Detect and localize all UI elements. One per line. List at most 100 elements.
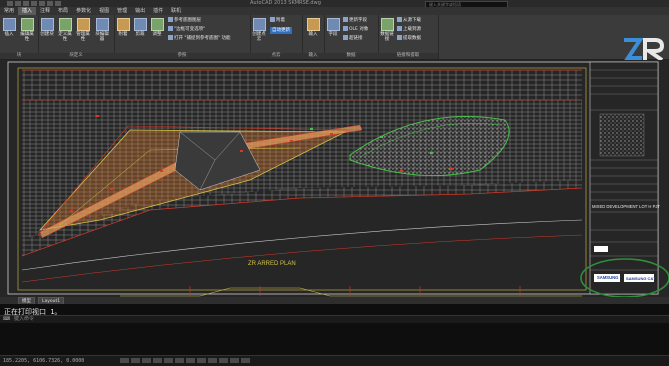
samsung-ct-label: SAMSUNG C&T	[626, 276, 656, 281]
update-fields-label: 更新字段	[349, 18, 367, 23]
field-label: 字段	[328, 32, 338, 37]
tab-online[interactable]: 联机	[167, 7, 185, 15]
extract-data-icon	[397, 35, 402, 40]
create-block-label: 创建块	[40, 32, 54, 37]
ribbon: 插入 编辑属性 块 创建块 定义属性 管理属性 块编辑器 块定义 附着 剪裁 调…	[0, 15, 669, 62]
tab-parametric[interactable]: 参数化	[72, 7, 95, 15]
attach-button[interactable]: 附着	[115, 18, 131, 37]
edit-attribute-button[interactable]: 编辑属性	[19, 18, 35, 42]
auto-update-toggle[interactable]: 自动更新	[270, 27, 292, 34]
panel-point-cloud: 创建点云 附着 自动更新 点云	[250, 15, 303, 59]
insert-button[interactable]: 插入	[1, 18, 17, 37]
import-icon	[306, 18, 320, 31]
tab-manage[interactable]: 管理	[113, 7, 131, 15]
edit-attribute-label: 编辑属性	[20, 32, 34, 42]
hyperlink-button[interactable]: 超链接	[343, 35, 363, 42]
clip-button[interactable]: 剪裁	[132, 18, 148, 37]
adjust-button[interactable]: 调整	[149, 18, 165, 37]
tab-layout[interactable]: 布局	[54, 7, 72, 15]
tab-output[interactable]: 输出	[131, 7, 149, 15]
block-editor-label: 块编辑器	[95, 32, 109, 42]
update-fields-icon	[343, 17, 348, 22]
define-attribute-icon	[58, 18, 72, 31]
frame-variable-label: "边框可变选项"	[174, 27, 206, 32]
hyperlink-icon	[343, 35, 348, 40]
frame-variable-dropdown[interactable]: "边框可变选项"	[168, 26, 205, 33]
create-point-cloud-label: 创建点云	[252, 32, 266, 42]
key-plan	[599, 113, 645, 157]
manage-attributes-icon	[76, 18, 90, 31]
samsung-label: SAMSUNG	[597, 275, 618, 280]
block-editor-button[interactable]: 块编辑器	[94, 18, 110, 42]
clip-icon	[133, 18, 147, 31]
data-link-icon	[380, 18, 394, 31]
command-line[interactable]: ⌨ 键入命令	[0, 315, 669, 323]
site-plan-drawing: ZR ARRED PLAN MIXED DEVELOPMENT LOT H PJ…	[7, 61, 669, 298]
window-title: AutoCAD 2013 SKMRSE.dwg	[250, 0, 321, 6]
adjust-icon	[150, 18, 164, 31]
panel-title-import: 输入	[302, 53, 324, 59]
tab-home[interactable]: 常用	[0, 7, 18, 15]
command-window: 正在打印视口 1。 ⌨ 键入命令	[0, 304, 669, 355]
adjust-label: 调整	[152, 32, 162, 37]
create-block-button[interactable]: 创建块	[39, 18, 55, 37]
tab-insert[interactable]: 插入	[18, 7, 37, 15]
panel-title-reference: 参照	[114, 53, 250, 59]
point-cloud-icon	[252, 18, 266, 31]
attach-label: 附着	[118, 32, 128, 37]
command-input[interactable]: 键入命令	[14, 316, 34, 323]
snap-to-underlay-dropdown[interactable]: 打开 "捕捉到参考底图" 功能	[168, 35, 231, 42]
define-attribute-button[interactable]: 定义属性	[57, 18, 73, 42]
panel-title-block: 块	[0, 53, 38, 59]
title-bar: AutoCAD 2013 SKMRSE.dwg 键入关键字或短语	[0, 0, 669, 8]
project-name: MIXED DEVELOPMENT LOT H PJT	[592, 204, 660, 209]
panel-title-block-definition: 块定义	[38, 53, 114, 59]
extract-data-button[interactable]: 提取数据	[397, 35, 421, 42]
attach-cloud-icon	[270, 17, 275, 22]
download-from-source-button[interactable]: 从源下载	[397, 17, 421, 24]
upload-to-source-label: 上载到源	[403, 27, 421, 32]
edit-attribute-icon	[20, 18, 34, 31]
data-link-button[interactable]: 数据链接	[379, 18, 395, 42]
extract-data-label: 提取数据	[403, 36, 421, 41]
quick-access-toolbar[interactable]	[6, 0, 86, 7]
manage-attributes-button[interactable]: 管理属性	[75, 18, 91, 42]
command-prompt-icon: ⌨	[3, 316, 11, 322]
field-button[interactable]: 字段	[325, 18, 341, 37]
ole-object-button[interactable]: OLE 对象	[343, 26, 368, 33]
tab-annotate[interactable]: 注释	[36, 7, 54, 15]
panel-import: 输入 输入	[302, 15, 325, 59]
create-point-cloud-button[interactable]: 创建点云	[251, 18, 267, 42]
hyperlink-label: 超链接	[349, 36, 363, 41]
viewport-label: ZR ARRED PLAN	[248, 261, 296, 267]
drafting-toggles[interactable]	[120, 358, 252, 365]
frame-icon	[168, 26, 173, 31]
layout-tabs: 模型 Layout1	[0, 297, 669, 306]
attach-point-cloud-button[interactable]: 附着	[270, 17, 285, 24]
update-fields-button[interactable]: 更新字段	[343, 17, 367, 24]
tab-view[interactable]: 视图	[95, 7, 113, 15]
field-icon	[326, 18, 340, 31]
download-icon	[397, 17, 402, 22]
download-from-source-label: 从源下载	[403, 18, 421, 23]
underlay-layers-label: 参考底图图层	[174, 18, 201, 23]
import-button[interactable]: 输入	[305, 18, 321, 37]
ribbon-tabs: 常用 插入 注释 布局 参数化 视图 管理 输出 插件 联机	[0, 7, 669, 15]
block-editor-icon	[95, 18, 109, 31]
manage-attributes-label: 管理属性	[76, 32, 90, 42]
underlay-layers-button[interactable]: 参考底图图层	[168, 17, 201, 24]
status-bar: 185.2205, 6106.7326, 0.0000	[0, 355, 669, 366]
define-attribute-label: 定义属性	[58, 32, 72, 42]
samsung-logo: SAMSUNG SAMSUNG C&T	[594, 274, 656, 282]
paving-upper	[22, 70, 582, 100]
tab-plugins[interactable]: 插件	[149, 7, 167, 15]
panel-reference: 附着 剪裁 调整 参考底图图层 "边框可变选项" 打开 "捕捉到参考底图" 功能…	[114, 15, 251, 59]
insert-label: 插入	[4, 32, 14, 37]
drawing-canvas[interactable]: ZR ARRED PLAN MIXED DEVELOPMENT LOT H PJ…	[0, 60, 669, 298]
snap-icon	[168, 35, 173, 40]
clip-label: 剪裁	[135, 32, 145, 37]
create-block-icon	[40, 18, 54, 31]
upload-to-source-button[interactable]: 上载到源	[397, 26, 421, 33]
upload-icon	[397, 26, 402, 31]
data-link-label: 数据链接	[380, 32, 394, 42]
